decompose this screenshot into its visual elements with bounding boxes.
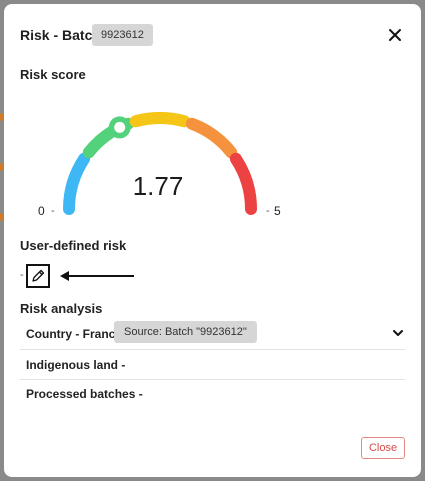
risk-row-indigenous-land: Indigenous land - — [20, 351, 405, 379]
risk-row-label: Processed batches - — [26, 387, 143, 401]
risk-row-label: Country - France — [26, 327, 123, 341]
risk-row-country[interactable]: Country - France Source: Batch "9923612" — [20, 320, 405, 348]
user-defined-risk-label: User-defined risk — [20, 238, 127, 253]
risk-modal: Risk - Batch 9923612 Risk score 1.77 0 5… — [4, 4, 421, 477]
risk-analysis-label: Risk analysis — [20, 301, 103, 316]
gauge-segment — [129, 112, 191, 128]
close-button[interactable]: Close — [361, 437, 405, 459]
row-divider — [20, 349, 405, 350]
risk-row-processed-batches: Processed batches - — [20, 380, 405, 408]
gauge-min-tick: - — [51, 205, 55, 217]
risk-row-label: Indigenous land - — [26, 358, 126, 372]
gauge-marker — [108, 116, 131, 139]
source-chip: Source: Batch "9923612" — [114, 321, 257, 343]
edit-risk-button[interactable] — [26, 264, 50, 288]
risk-score-value: 1.77 — [132, 171, 184, 201]
gauge-marker-center — [114, 121, 126, 133]
gauge-max-tick: - — [266, 205, 270, 217]
user-defined-risk-value: - — [20, 269, 24, 281]
gauge-min-label: 0 — [38, 204, 45, 218]
gauge-segment — [229, 152, 257, 215]
gauge-segment — [185, 117, 238, 159]
pencil-icon — [32, 269, 45, 282]
risk-score-gauge — [63, 112, 257, 215]
chevron-down-icon[interactable] — [391, 326, 405, 340]
arrow-left-icon — [60, 271, 134, 281]
gauge-segment — [63, 152, 91, 215]
gauge-max-label: 5 — [274, 204, 281, 218]
